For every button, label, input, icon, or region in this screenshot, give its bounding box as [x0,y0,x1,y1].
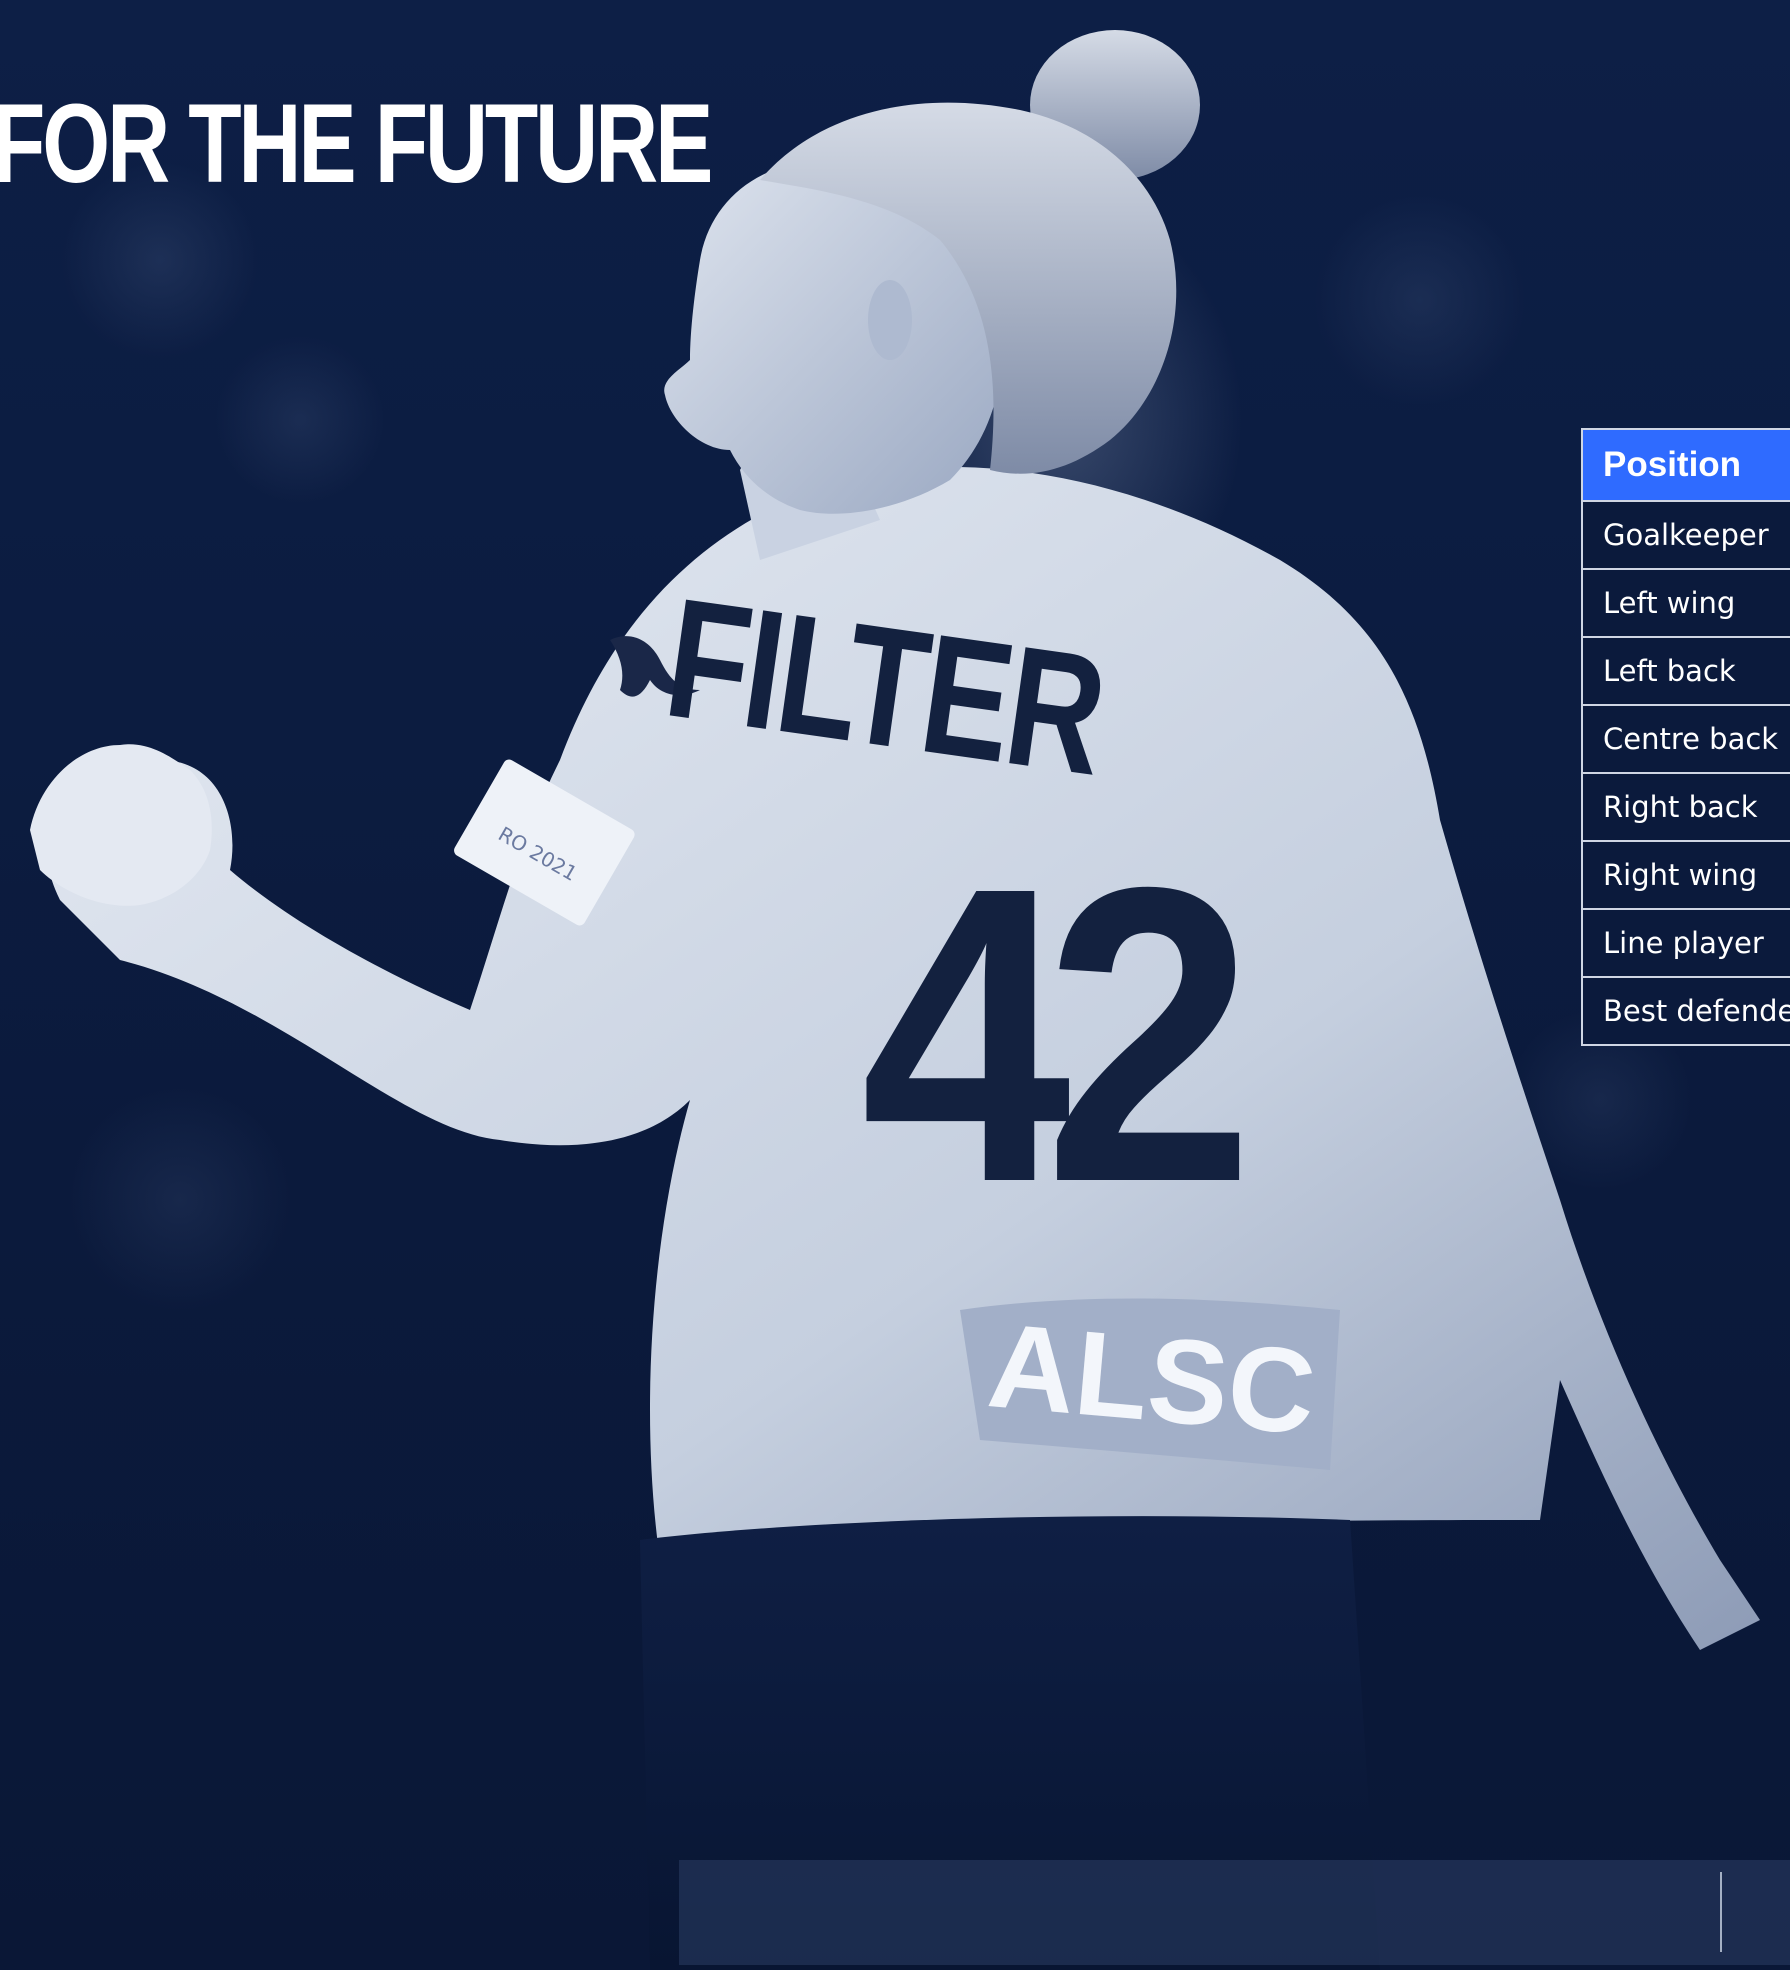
position-option-left-wing[interactable]: Left wing [1583,568,1790,636]
position-filter-list: Position Goalkeeper Left wing Left back … [1581,428,1790,1046]
position-option-best-defender[interactable]: Best defender [1583,976,1790,1044]
position-option-left-back[interactable]: Left back [1583,636,1790,704]
page-headline: FOR THE FUTURE [0,81,713,206]
position-option-line-player[interactable]: Line player [1583,908,1790,976]
caption-divider [1720,1872,1722,1952]
position-option-right-back[interactable]: Right back [1583,772,1790,840]
position-option-goalkeeper[interactable]: Goalkeeper [1583,500,1790,568]
position-filter-header: Position [1583,430,1790,500]
position-option-centre-back[interactable]: Centre back [1583,704,1790,772]
player-photo: RO 2021 FILTER 42 ALSC [30,30,1761,1970]
caption-bar [679,1860,1790,1965]
svg-text:ALSC: ALSC [983,1298,1320,1460]
jersey-number: 42 [861,799,1245,1269]
position-option-right-wing[interactable]: Right wing [1583,840,1790,908]
hero-section: RO 2021 FILTER 42 ALSC FOR THE FUTURE Po… [0,0,1790,1970]
